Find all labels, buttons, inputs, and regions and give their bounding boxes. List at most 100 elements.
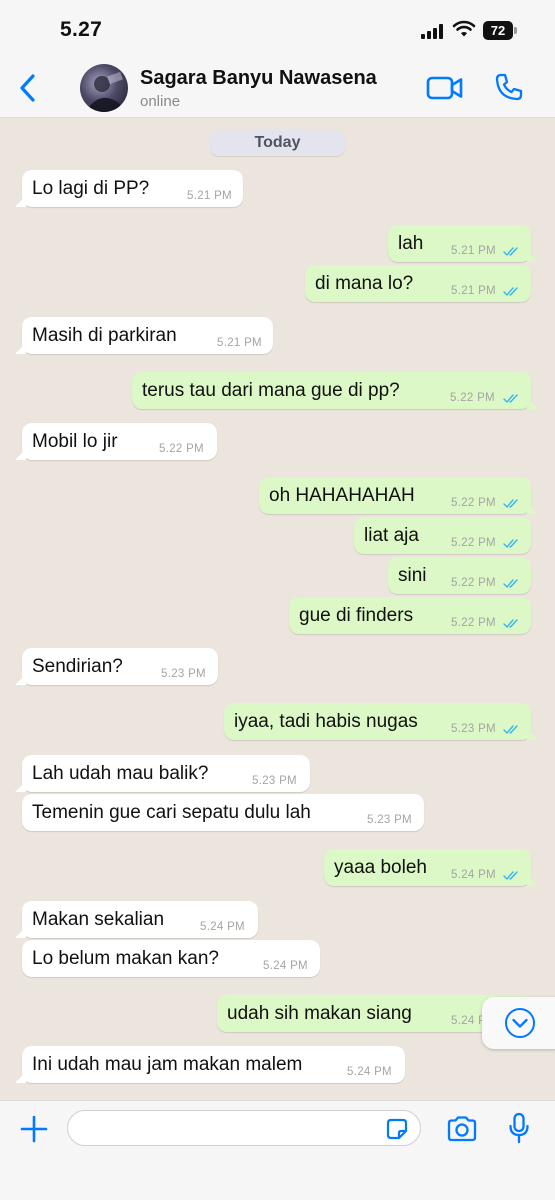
incoming-message[interactable]: Lo lagi di PP? 5.21 PM (15, 170, 243, 207)
message-time: 5.22 PM (159, 443, 204, 455)
message-text: Temenin gue cari sepatu dulu lah (32, 802, 311, 823)
message-text: Masih di parkiran (32, 325, 177, 346)
message-text: Makan sekalian (32, 909, 165, 930)
message-time: 5.22 PM (451, 497, 496, 509)
message-text: iyaa, tadi habis nugas (234, 711, 418, 732)
voice-call-button[interactable] (494, 72, 524, 102)
read-receipt-icon (503, 394, 518, 403)
message-time: 5.21 PM (187, 190, 232, 202)
plus-icon (20, 1115, 48, 1143)
phone-icon (495, 73, 523, 101)
message-time: 5.23 PM (451, 723, 496, 735)
message-input-bar (0, 1100, 555, 1200)
incoming-message[interactable]: Mobil lo jir 5.22 PM (15, 423, 217, 460)
outgoing-message[interactable]: oh HAHAHAHAH 5.22 PM (259, 477, 538, 514)
message-text: Ini udah mau jam makan malem (32, 1054, 303, 1075)
bubble-tail (527, 398, 538, 409)
message-time: 5.23 PM (161, 668, 206, 680)
bubble-tail (527, 729, 538, 740)
microphone-button[interactable] (508, 1112, 530, 1144)
read-receipt-icon (503, 619, 518, 628)
message-time: 5.24 PM (263, 960, 308, 972)
read-receipt-icon (503, 725, 518, 734)
incoming-message[interactable]: Lah udah mau balik? 5.23 PM (15, 755, 310, 792)
contact-name[interactable]: Sagara Banyu Nawasena (140, 67, 377, 90)
read-receipt-icon (503, 871, 518, 880)
read-receipt-icon (503, 287, 518, 296)
message-time: 5.22 PM (451, 617, 496, 629)
outgoing-message[interactable]: lah 5.21 PM (388, 225, 538, 262)
bubble-tail (527, 503, 538, 514)
camera-icon (447, 1116, 477, 1142)
message-text: oh HAHAHAHAH (269, 485, 415, 506)
incoming-message[interactable]: Makan sekalian 5.24 PM (15, 901, 258, 938)
message-time: 5.23 PM (367, 814, 412, 826)
message-time: 5.21 PM (217, 337, 262, 349)
video-camera-icon (426, 76, 463, 100)
outgoing-message[interactable]: terus tau dari mana gue di pp? 5.22 PM (132, 372, 538, 409)
date-separator: Today (210, 130, 345, 156)
bubble-tail (15, 449, 26, 460)
bubble-tail (15, 781, 26, 792)
camera-button[interactable] (446, 1115, 478, 1143)
bubble-tail (15, 343, 26, 354)
bubble-tail (15, 196, 26, 207)
outgoing-message[interactable]: gue di finders 5.22 PM (289, 597, 531, 634)
read-receipt-icon (503, 539, 518, 548)
incoming-message[interactable]: Sendirian? 5.23 PM (15, 648, 218, 685)
avatar[interactable] (80, 64, 128, 112)
bubble-tail (15, 674, 26, 685)
bubble-tail (15, 1072, 26, 1083)
message-text: Mobil lo jir (32, 431, 118, 452)
message-text: di mana lo? (315, 273, 414, 294)
outgoing-message[interactable]: di mana lo? 5.21 PM (305, 265, 531, 302)
incoming-message[interactable]: Masih di parkiran 5.21 PM (15, 317, 273, 354)
outgoing-message[interactable]: yaaa boleh 5.24 PM (324, 849, 538, 886)
contact-status: online (140, 93, 181, 110)
message-list[interactable]: Today Lo lagi di PP? 5.21 PM lah 5.21 PM di … (0, 118, 555, 1100)
incoming-message[interactable]: Lo belum makan kan? 5.24 PM (22, 940, 320, 977)
message-input[interactable] (67, 1110, 421, 1146)
video-call-button[interactable] (426, 74, 464, 102)
chevron-down-icon (504, 1008, 535, 1038)
microphone-icon (509, 1112, 529, 1144)
bubble-tail (15, 927, 26, 938)
message-time: 5.21 PM (451, 285, 496, 297)
message-text: yaaa boleh (334, 857, 427, 878)
battery-level: 72 (483, 21, 513, 40)
sticker-button[interactable] (386, 1118, 408, 1140)
message-text: Sendirian? (32, 656, 123, 677)
bubble-tail (527, 875, 538, 886)
bubble-tail (527, 251, 538, 262)
message-text: lah (398, 233, 424, 254)
attach-button[interactable] (20, 1115, 48, 1143)
message-text: liat aja (364, 525, 419, 546)
message-text: udah sih makan siang (227, 1003, 412, 1024)
message-time: 5.21 PM (451, 245, 496, 257)
message-time: 5.24 PM (200, 921, 245, 933)
chevron-left-icon (20, 74, 35, 102)
outgoing-message[interactable]: liat aja 5.22 PM (354, 517, 531, 554)
chat-header: Sagara Banyu Nawasena online (0, 58, 555, 118)
outgoing-message[interactable]: sini 5.22 PM (388, 557, 531, 594)
message-time: 5.24 PM (347, 1066, 392, 1078)
message-text: Lo belum makan kan? (32, 948, 219, 969)
sticker-icon (386, 1118, 408, 1140)
read-receipt-icon (503, 247, 518, 256)
status-bar: 5.27 72 (0, 0, 555, 58)
message-time: 5.22 PM (451, 577, 496, 589)
message-text: Lah udah mau balik? (32, 763, 209, 784)
outgoing-message[interactable]: iyaa, tadi habis nugas 5.23 PM (224, 703, 538, 740)
scroll-to-bottom-button[interactable] (482, 997, 555, 1049)
message-text: gue di finders (299, 605, 414, 626)
message-time: 5.22 PM (451, 537, 496, 549)
battery-icon: 72 (483, 21, 517, 40)
read-receipt-icon (503, 499, 518, 508)
message-time: 5.23 PM (252, 775, 297, 787)
message-text: Lo lagi di PP? (32, 178, 150, 199)
incoming-message[interactable]: Ini udah mau jam makan malem 5.24 PM (15, 1046, 405, 1083)
back-button[interactable] (14, 72, 40, 104)
message-time: 5.24 PM (451, 869, 496, 881)
incoming-message[interactable]: Temenin gue cari sepatu dulu lah 5.23 PM (22, 794, 424, 831)
avatar-image (88, 71, 123, 112)
